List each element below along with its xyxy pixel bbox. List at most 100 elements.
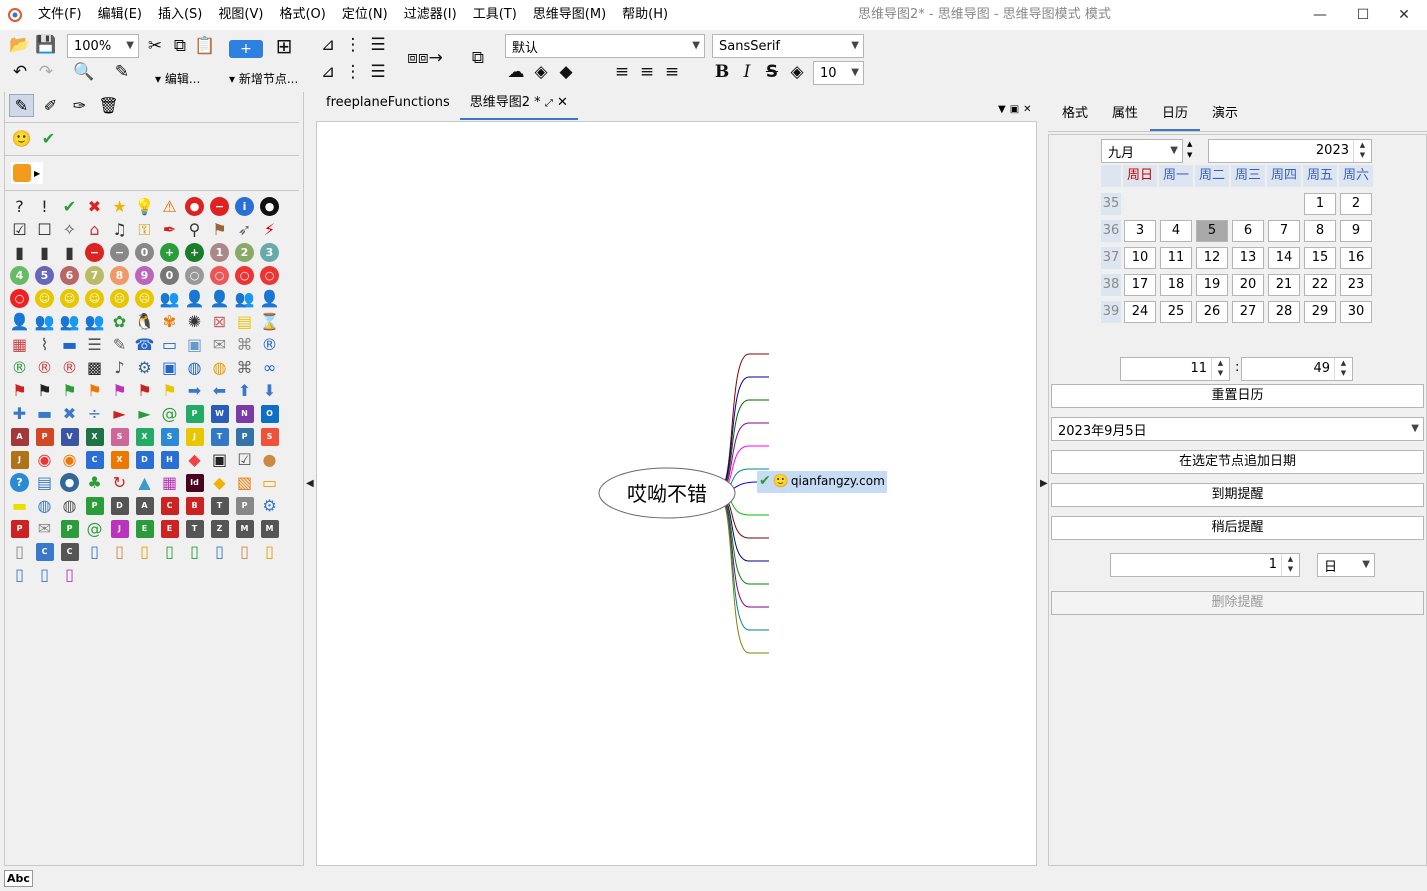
calendar-day[interactable]: 12 xyxy=(1196,247,1228,269)
tsv-icon[interactable]: T xyxy=(182,517,207,540)
later-amount-spinner[interactable]: 1 ▲ ▼ xyxy=(1110,553,1300,577)
ts-icon[interactable]: T xyxy=(207,425,232,448)
envelope-icon[interactable]: ✉ xyxy=(32,517,57,540)
menu-item-5[interactable]: 定位(N) xyxy=(334,0,396,30)
globe2-icon[interactable]: ◍ xyxy=(207,356,232,379)
outline2-icon[interactable]: ⋮ xyxy=(341,60,365,84)
r4-icon[interactable]: ® xyxy=(57,356,82,379)
month-spinner[interactable]: ▲ ▼ xyxy=(1187,139,1192,161)
calendar-day[interactable]: 26 xyxy=(1196,301,1228,323)
png-icon[interactable]: P xyxy=(82,494,107,517)
python-icon[interactable]: P xyxy=(232,425,257,448)
xmark-icon[interactable]: ⊠ xyxy=(207,310,232,333)
four-icon[interactable]: 4 xyxy=(7,264,32,287)
file8-icon[interactable]: ▯ xyxy=(232,540,257,563)
lifebuoy-icon[interactable]: ○ xyxy=(7,287,32,310)
clip-icon[interactable]: ⌇ xyxy=(32,333,57,356)
sticky-icon[interactable]: ▬ xyxy=(7,494,32,517)
style-combo[interactable]: 默认 ▼ xyxy=(505,34,705,58)
chrome-icon[interactable]: ◉ xyxy=(32,448,57,471)
gear-icon[interactable]: ⚙ xyxy=(132,356,157,379)
star-icon[interactable]: ★ xyxy=(107,195,132,218)
ppt-icon[interactable]: P xyxy=(32,425,57,448)
ring4-icon[interactable]: ○ xyxy=(257,264,282,287)
delete-reminder-button[interactable]: 删除提醒 xyxy=(1051,591,1424,615)
flag-red-icon[interactable]: ► xyxy=(107,402,132,425)
phone-icon[interactable]: ☎ xyxy=(132,333,157,356)
project-icon[interactable]: P xyxy=(182,402,207,425)
align-right-icon[interactable]: ≡ xyxy=(660,60,684,84)
chart-icon[interactable]: ▤ xyxy=(32,471,57,494)
map-layout-icon[interactable]: ⧈⧈→ xyxy=(400,46,450,70)
menu-item-7[interactable]: 工具(T) xyxy=(465,0,525,30)
link-icon[interactable]: ∞ xyxy=(257,356,282,379)
epub-icon[interactable]: E xyxy=(132,517,157,540)
calendar-day[interactable]: 25 xyxy=(1160,301,1192,323)
calendar-day[interactable]: 17 xyxy=(1124,274,1156,296)
menu-item-0[interactable]: 文件(F) xyxy=(30,0,90,30)
avi-icon[interactable]: A xyxy=(132,494,157,517)
calendar-day[interactable]: 27 xyxy=(1232,301,1264,323)
cross-icon[interactable]: ✖ xyxy=(82,195,107,218)
people2-icon[interactable]: 👥 xyxy=(232,287,257,310)
git-icon[interactable]: ◆ xyxy=(182,448,207,471)
pencil-icon[interactable]: ✎ xyxy=(9,94,34,117)
r-icon[interactable]: ® xyxy=(257,333,282,356)
italic-icon[interactable]: I xyxy=(735,60,759,84)
right-tab-2[interactable]: 日历 xyxy=(1150,92,1201,131)
exclamation-icon[interactable]: ! xyxy=(32,195,57,218)
angry-icon[interactable]: ☹ xyxy=(107,287,132,310)
undo-icon[interactable]: ↶ xyxy=(8,60,32,84)
firefox-icon[interactable]: ◉ xyxy=(57,448,82,471)
visio-icon[interactable]: V xyxy=(57,425,82,448)
flow-icon[interactable]: ⚙ xyxy=(257,494,282,517)
align-left-icon[interactable]: ≡ xyxy=(610,60,634,84)
key-icon[interactable]: ⚿ xyxy=(132,218,157,241)
group-icon[interactable]: 👥 xyxy=(82,310,107,333)
calendar-day[interactable]: 30 xyxy=(1340,301,1372,323)
date-combo[interactable]: 2023年9月5日 ▼ xyxy=(1051,417,1424,441)
chevron-right-icon[interactable]: ▶ xyxy=(34,169,40,178)
layout2-icon[interactable]: ⊿ xyxy=(316,60,340,84)
mail-icon[interactable]: ✉ xyxy=(207,333,232,356)
user-icon[interactable]: 👤 xyxy=(7,310,32,333)
right-tab-1[interactable]: 属性 xyxy=(1100,92,1150,131)
wand-icon[interactable]: ✧ xyxy=(57,218,82,241)
root-node[interactable]: 哎呦不错 xyxy=(599,478,735,507)
edit-icon[interactable]: ✎ xyxy=(107,333,132,356)
menu-item-3[interactable]: 视图(V) xyxy=(210,0,271,30)
person-icon[interactable]: 👤 xyxy=(182,287,207,310)
ring2-icon[interactable]: ○ xyxy=(207,264,232,287)
word-icon[interactable]: W xyxy=(207,402,232,425)
paste-icon[interactable]: 📋 xyxy=(193,34,217,58)
calendar-day[interactable]: 21 xyxy=(1268,274,1300,296)
question-icon[interactable]: ? xyxy=(7,195,32,218)
year-spinner[interactable]: 2023 ▲ ▼ xyxy=(1208,139,1372,163)
calendar-day[interactable]: 24 xyxy=(1124,301,1156,323)
php-icon[interactable]: P xyxy=(232,494,257,517)
smile2-icon[interactable]: ☺ xyxy=(57,287,82,310)
note-icon[interactable]: ▤ xyxy=(232,310,257,333)
bulb-icon[interactable]: 💡 xyxy=(132,195,157,218)
zero-icon[interactable]: 0 xyxy=(132,241,157,264)
bat-icon[interactable]: B xyxy=(182,494,207,517)
info-icon[interactable]: i xyxy=(232,195,257,218)
txt-icon[interactable]: T xyxy=(207,494,232,517)
globe4-icon[interactable]: ◍ xyxy=(57,494,82,517)
plus-dark-icon[interactable]: + xyxy=(182,241,207,264)
calendar-day[interactable]: 4 xyxy=(1160,220,1192,242)
traffic-icon[interactable]: ▮ xyxy=(7,241,32,264)
outline-icon[interactable]: ⋮ xyxy=(341,33,365,57)
box-icon[interactable]: ▭ xyxy=(257,471,282,494)
xsd-icon[interactable]: X xyxy=(132,425,157,448)
calendar-day[interactable]: 29 xyxy=(1304,301,1336,323)
css-icon[interactable]: C xyxy=(32,540,57,563)
minus-circle-icon[interactable]: − xyxy=(207,195,232,218)
collapse-right-icon[interactable]: ▶ xyxy=(1040,478,1048,489)
stamp-icon[interactable]: ⚑ xyxy=(207,218,232,241)
zoom-combo[interactable]: 100% ▼ xyxy=(67,34,139,58)
leaf-icon[interactable]: ♣ xyxy=(82,471,107,494)
mountain-icon[interactable]: ▲ xyxy=(132,471,157,494)
terminal-icon[interactable]: ▣ xyxy=(207,448,232,471)
smiley-icon[interactable]: 🙂 xyxy=(9,127,34,150)
